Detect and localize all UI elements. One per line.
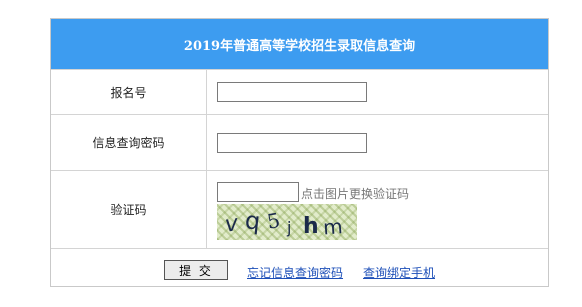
captcha-glyphs: v q 5 j h m	[223, 206, 343, 239]
captcha-input[interactable]	[217, 182, 299, 202]
query-password-label: 信息查询密码	[51, 115, 207, 170]
registration-number-label: 报名号	[51, 70, 207, 114]
captcha-char: v	[223, 211, 240, 238]
form-title: 2019年普通高等学校招生录取信息查询	[51, 19, 548, 69]
captcha-refresh-hint: 点击图片更换验证码	[301, 187, 410, 201]
forgot-password-link[interactable]: 忘记信息查询密码	[247, 264, 343, 281]
captcha-label: 验证码	[51, 171, 207, 248]
query-password-row: 信息查询密码	[51, 114, 548, 170]
registration-number-row: 报名号	[51, 69, 548, 114]
captcha-cell: 点击图片更换验证码 v q 5 j h m	[207, 171, 548, 248]
captcha-row: 验证码 点击图片更换验证码 v q 5 j h m	[51, 170, 548, 248]
captcha-char: 5	[265, 208, 282, 234]
registration-number-cell	[207, 70, 548, 114]
captcha-char: j	[286, 218, 291, 237]
captcha-char: h	[303, 214, 319, 239]
registration-number-input[interactable]	[217, 82, 367, 102]
captcha-char: q	[244, 206, 262, 235]
submit-button[interactable]: 提 交	[164, 260, 228, 280]
bind-phone-link[interactable]: 查询绑定手机	[363, 264, 435, 281]
captcha-char: m	[322, 214, 343, 239]
query-password-cell	[207, 115, 548, 170]
actions-row: 提 交 忘记信息查询密码 查询绑定手机	[51, 248, 548, 288]
query-password-input[interactable]	[217, 133, 367, 153]
captcha-image[interactable]: v q 5 j h m	[217, 204, 357, 240]
admission-query-form: 2019年普通高等学校招生录取信息查询 报名号 信息查询密码 验证码 点击图片更…	[50, 18, 549, 287]
